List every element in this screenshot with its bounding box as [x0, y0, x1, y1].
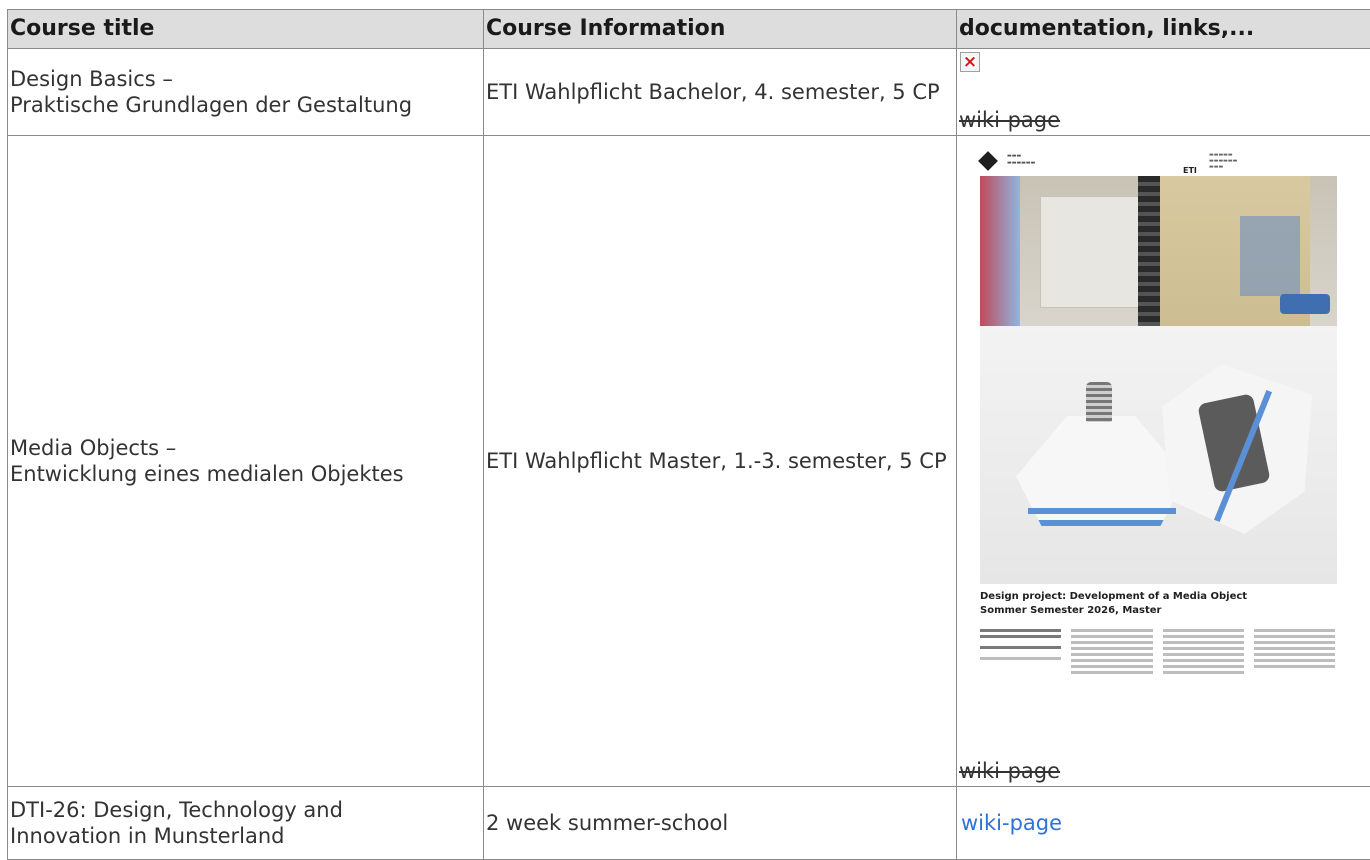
course-subtitle-line: Entwicklung eines medialen Objektes	[10, 461, 481, 487]
poster-department-text: ▬▬▬▬▬▬▬▬▬▬▬▬▬▬	[1209, 152, 1319, 170]
documentation-cell: wiki-page	[957, 787, 1370, 860]
table-row: Media Objects – Entwicklung eines medial…	[8, 136, 1370, 787]
course-info-cell: ETI Wahlpflicht Bachelor, 4. semester, 5…	[484, 49, 957, 136]
documentation-cell: × wiki-page	[957, 49, 1370, 136]
course-subtitle-line: Praktische Grundlagen der Gestaltung	[10, 92, 481, 118]
header-documentation: documentation, links,...	[957, 10, 1370, 49]
course-title-line: Design Basics –	[10, 66, 481, 92]
course-title-cell: Design Basics – Praktische Grundlagen de…	[8, 49, 484, 136]
table-row: Design Basics – Praktische Grundlagen de…	[8, 49, 1370, 136]
poster-headline-line2: Sommer Semester 2026, Master	[980, 604, 1330, 618]
course-title-line: Media Objects –	[10, 435, 481, 461]
broken-image-icon[interactable]: ×	[957, 49, 980, 72]
course-info-cell: 2 week summer-school	[484, 787, 957, 860]
course-subtitle-line: Innovation in Munsterland	[10, 823, 481, 849]
table-row: DTI-26: Design, Technology and Innovatio…	[8, 787, 1370, 860]
table-header-row: Course title Course Information document…	[8, 10, 1370, 49]
poster-body-text	[980, 626, 1335, 677]
poster-university-text: ▬▬▬▬▬▬▬▬▬	[1007, 153, 1107, 167]
documentation-cell: ▬▬▬▬▬▬▬▬▬ ETI ▬▬▬▬▬▬▬▬▬▬▬▬▬▬	[957, 136, 1370, 787]
wiki-page-link[interactable]: wiki-page	[959, 811, 1064, 835]
header-course-information: Course Information	[484, 10, 957, 49]
wiki-page-link-struck[interactable]: wiki-page	[957, 107, 1062, 133]
university-logo-icon	[978, 151, 998, 171]
course-title-line: DTI-26: Design, Technology and	[10, 797, 481, 823]
header-course-title: Course title	[8, 10, 484, 49]
poster-header: ▬▬▬▬▬▬▬▬▬ ETI ▬▬▬▬▬▬▬▬▬▬▬▬▬▬	[981, 152, 1337, 174]
poster-headline: Design project: Development of a Media O…	[980, 590, 1330, 618]
course-title-cell: Media Objects – Entwicklung eines medial…	[8, 136, 484, 787]
poster-photo	[980, 176, 1337, 584]
courses-table: Course title Course Information document…	[7, 9, 1370, 860]
poster-headline-line1: Design project: Development of a Media O…	[980, 590, 1330, 604]
course-poster-image[interactable]: ▬▬▬▬▬▬▬▬▬ ETI ▬▬▬▬▬▬▬▬▬▬▬▬▬▬	[967, 146, 1337, 716]
course-info-cell: ETI Wahlpflicht Master, 1.-3. semester, …	[484, 136, 957, 787]
course-title-cell: DTI-26: Design, Technology and Innovatio…	[8, 787, 484, 860]
wiki-page-link-struck[interactable]: wiki-page	[957, 758, 1062, 784]
